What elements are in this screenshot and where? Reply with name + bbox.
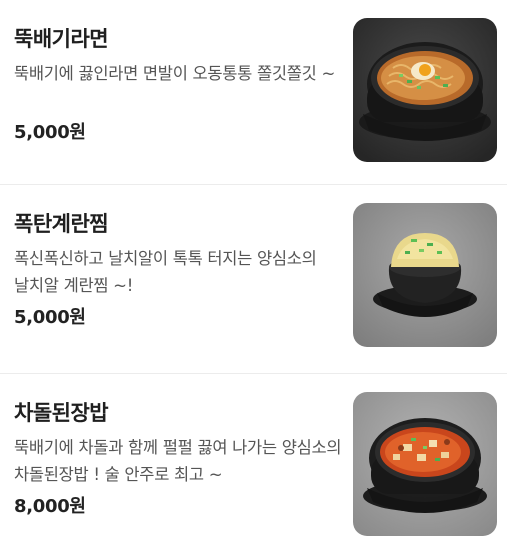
menu-item-description: 뚝배기에 차돌과 함께 펄펄 끓여 나가는 양심소의 차돌된장밥 ! 술 안주로… bbox=[14, 438, 342, 484]
doenjang-stew-photo-graphic bbox=[353, 392, 497, 536]
menu-item-info: 뚝배기라면 뚝배기에 끓인라면 면발이 오동통통 쫄깃쫄깃 ~ 5,000원 bbox=[14, 24, 344, 146]
menu-item[interactable]: 차돌된장밥 뚝배기에 차돌과 함께 펄펄 끓여 나가는 양심소의 차돌된장밥 !… bbox=[0, 373, 507, 556]
menu-item-name: 차돌된장밥 bbox=[14, 401, 109, 425]
menu-item-price: 5,000원 bbox=[14, 307, 86, 328]
steamed-egg-photo[interactable] bbox=[353, 203, 497, 347]
menu-item[interactable]: 폭탄계란찜 폭신폭신하고 날치알이 톡톡 터지는 양심소의 날치알 계란찜 ~!… bbox=[0, 184, 507, 373]
menu-item-info: 폭탄계란찜 폭신폭신하고 날치알이 톡톡 터지는 양심소의 날치알 계란찜 ~!… bbox=[14, 209, 344, 331]
menu-item[interactable]: 뚝배기라면 뚝배기에 끓인라면 면발이 오동통통 쫄깃쫄깃 ~ 5,000원 bbox=[0, 0, 507, 184]
ramen-photo[interactable] bbox=[353, 18, 497, 162]
steamed-egg-photo-graphic bbox=[353, 203, 497, 347]
ramen-photo-graphic bbox=[353, 18, 497, 162]
menu-item-price: 8,000원 bbox=[14, 496, 86, 517]
menu-item-description: 뚝배기에 끓인라면 면발이 오동통통 쫄깃쫄깃 ~ bbox=[14, 64, 335, 83]
menu-item-price: 5,000원 bbox=[14, 122, 86, 143]
doenjang-stew-photo[interactable] bbox=[353, 392, 497, 536]
menu-item-info: 차돌된장밥 뚝배기에 차돌과 함께 펄펄 끓여 나가는 양심소의 차돌된장밥 !… bbox=[14, 398, 344, 520]
menu-item-name: 뚝배기라면 bbox=[14, 27, 109, 51]
menu-item-description: 폭신폭신하고 날치알이 톡톡 터지는 양심소의 날치알 계란찜 ~! bbox=[14, 249, 317, 295]
menu-list: 뚝배기라면 뚝배기에 끓인라면 면발이 오동통통 쫄깃쫄깃 ~ 5,000원 폭… bbox=[0, 0, 507, 556]
menu-item-name: 폭탄계란찜 bbox=[14, 212, 109, 236]
